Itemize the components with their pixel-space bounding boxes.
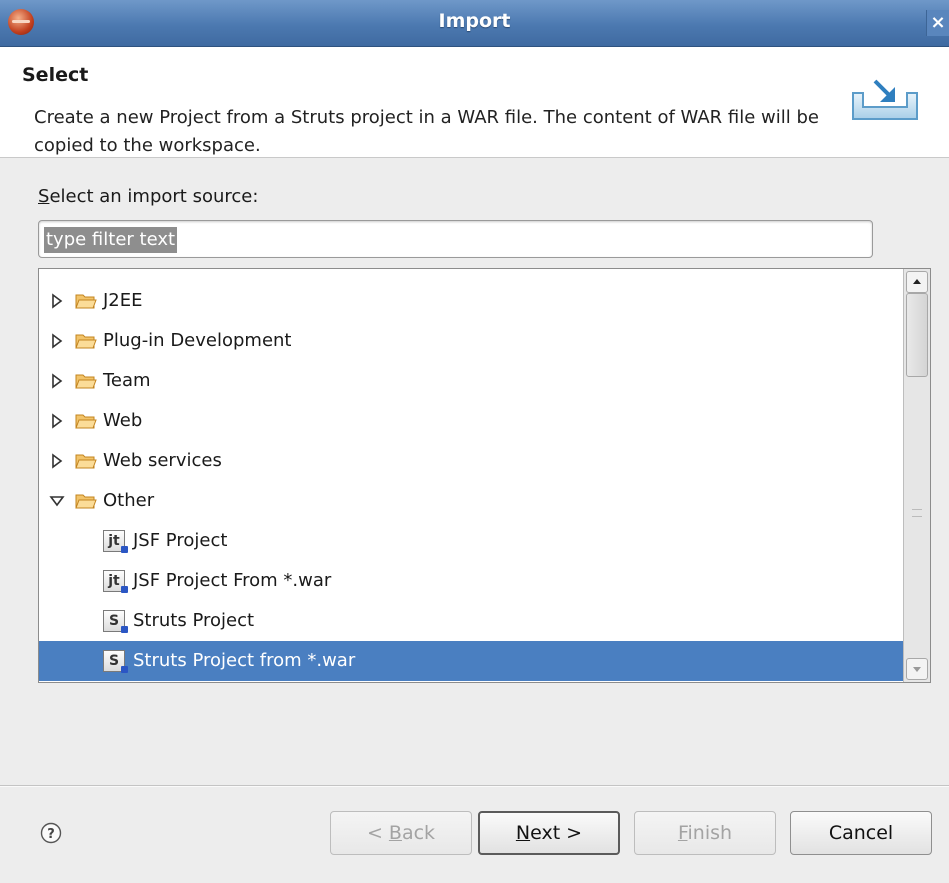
- tree-item-label: JSF Project From *.war: [133, 570, 332, 591]
- tree-item-label: Web: [103, 410, 143, 431]
- help-icon[interactable]: ?: [40, 822, 62, 844]
- tree-item-web[interactable]: Web: [39, 401, 903, 441]
- expand-arrow-icon[interactable]: [49, 293, 65, 309]
- tree-item-team[interactable]: Team: [39, 361, 903, 401]
- wizard-banner: Select Create a new Project from a Strut…: [0, 47, 949, 158]
- tree-item-label: JSF Project: [133, 530, 228, 551]
- tree-item-web-services[interactable]: Web services: [39, 441, 903, 481]
- filter-field[interactable]: type filter text: [38, 220, 873, 258]
- scroll-up-button[interactable]: [906, 271, 928, 293]
- expand-arrow-icon[interactable]: [49, 373, 65, 389]
- arrow-down-icon: [913, 667, 921, 672]
- cancel-button[interactable]: Cancel: [790, 811, 932, 855]
- page-title: Select: [22, 64, 89, 86]
- import-source-label: Select an import source:: [38, 186, 259, 207]
- folder-icon: [75, 374, 97, 389]
- folder-icon: [75, 454, 97, 469]
- back-button[interactable]: < Back: [330, 811, 472, 855]
- footer-divider: [0, 785, 949, 787]
- svg-text:?: ?: [47, 827, 55, 842]
- tree-item-jsf-project-from-war[interactable]: jt JSF Project From *.war: [39, 561, 903, 601]
- collapse-arrow-icon[interactable]: [49, 493, 65, 509]
- tree-item-struts-project-from-war[interactable]: S Struts Project from *.war: [39, 641, 903, 681]
- tree-item-label: Struts Project: [133, 610, 255, 631]
- filter-selected-text[interactable]: type filter text: [44, 227, 178, 253]
- expand-arrow-icon[interactable]: [49, 413, 65, 429]
- arrow-up-icon: [913, 279, 921, 284]
- tree-item-struts-project[interactable]: S Struts Project: [39, 601, 903, 641]
- import-dialog: Import × Select Create a new Project fro…: [0, 0, 949, 883]
- expand-arrow-icon[interactable]: [49, 333, 65, 349]
- expand-arrow-icon[interactable]: [49, 453, 65, 469]
- folder-icon: [75, 494, 97, 509]
- folder-icon: [75, 294, 97, 309]
- jsf-project-icon: jt: [103, 570, 128, 593]
- tree-item-label: Struts Project from *.war: [133, 650, 356, 671]
- title-bar[interactable]: Import ×: [0, 0, 949, 47]
- finish-button[interactable]: Finish: [634, 811, 776, 855]
- tree-item-label: J2EE: [103, 290, 143, 311]
- tree-item-plug-in-development[interactable]: Plug-in Development: [39, 321, 903, 361]
- tree-item-j2ee[interactable]: J2EE: [39, 281, 903, 321]
- close-icon[interactable]: ×: [926, 10, 949, 36]
- tree-item-other[interactable]: Other: [39, 481, 903, 521]
- tree-item-label: Web services: [103, 450, 222, 471]
- tree-item-jsf-project[interactable]: jt JSF Project: [39, 521, 903, 561]
- folder-icon: [75, 334, 97, 349]
- scroll-down-button[interactable]: [906, 658, 928, 680]
- jsf-project-icon: jt: [103, 530, 128, 553]
- scrollbar-grip: [912, 509, 922, 517]
- import-wizard-icon: [852, 79, 918, 120]
- vertical-scrollbar[interactable]: [903, 269, 930, 682]
- folder-icon: [75, 414, 97, 429]
- window-title: Import: [438, 10, 511, 32]
- struts-project-icon: S: [103, 650, 128, 673]
- next-button[interactable]: Next >: [478, 811, 620, 855]
- tree-item-label: Plug-in Development: [103, 330, 292, 351]
- page-description: Create a new Project from a Struts proje…: [34, 107, 819, 156]
- struts-project-icon: S: [103, 610, 128, 633]
- scrollbar-thumb[interactable]: [906, 293, 928, 377]
- tree-item-label: Team: [103, 370, 151, 391]
- import-source-tree[interactable]: J2EE Plug-in Development Team Web Web se…: [38, 268, 931, 683]
- tree-item-label: Other: [103, 490, 155, 511]
